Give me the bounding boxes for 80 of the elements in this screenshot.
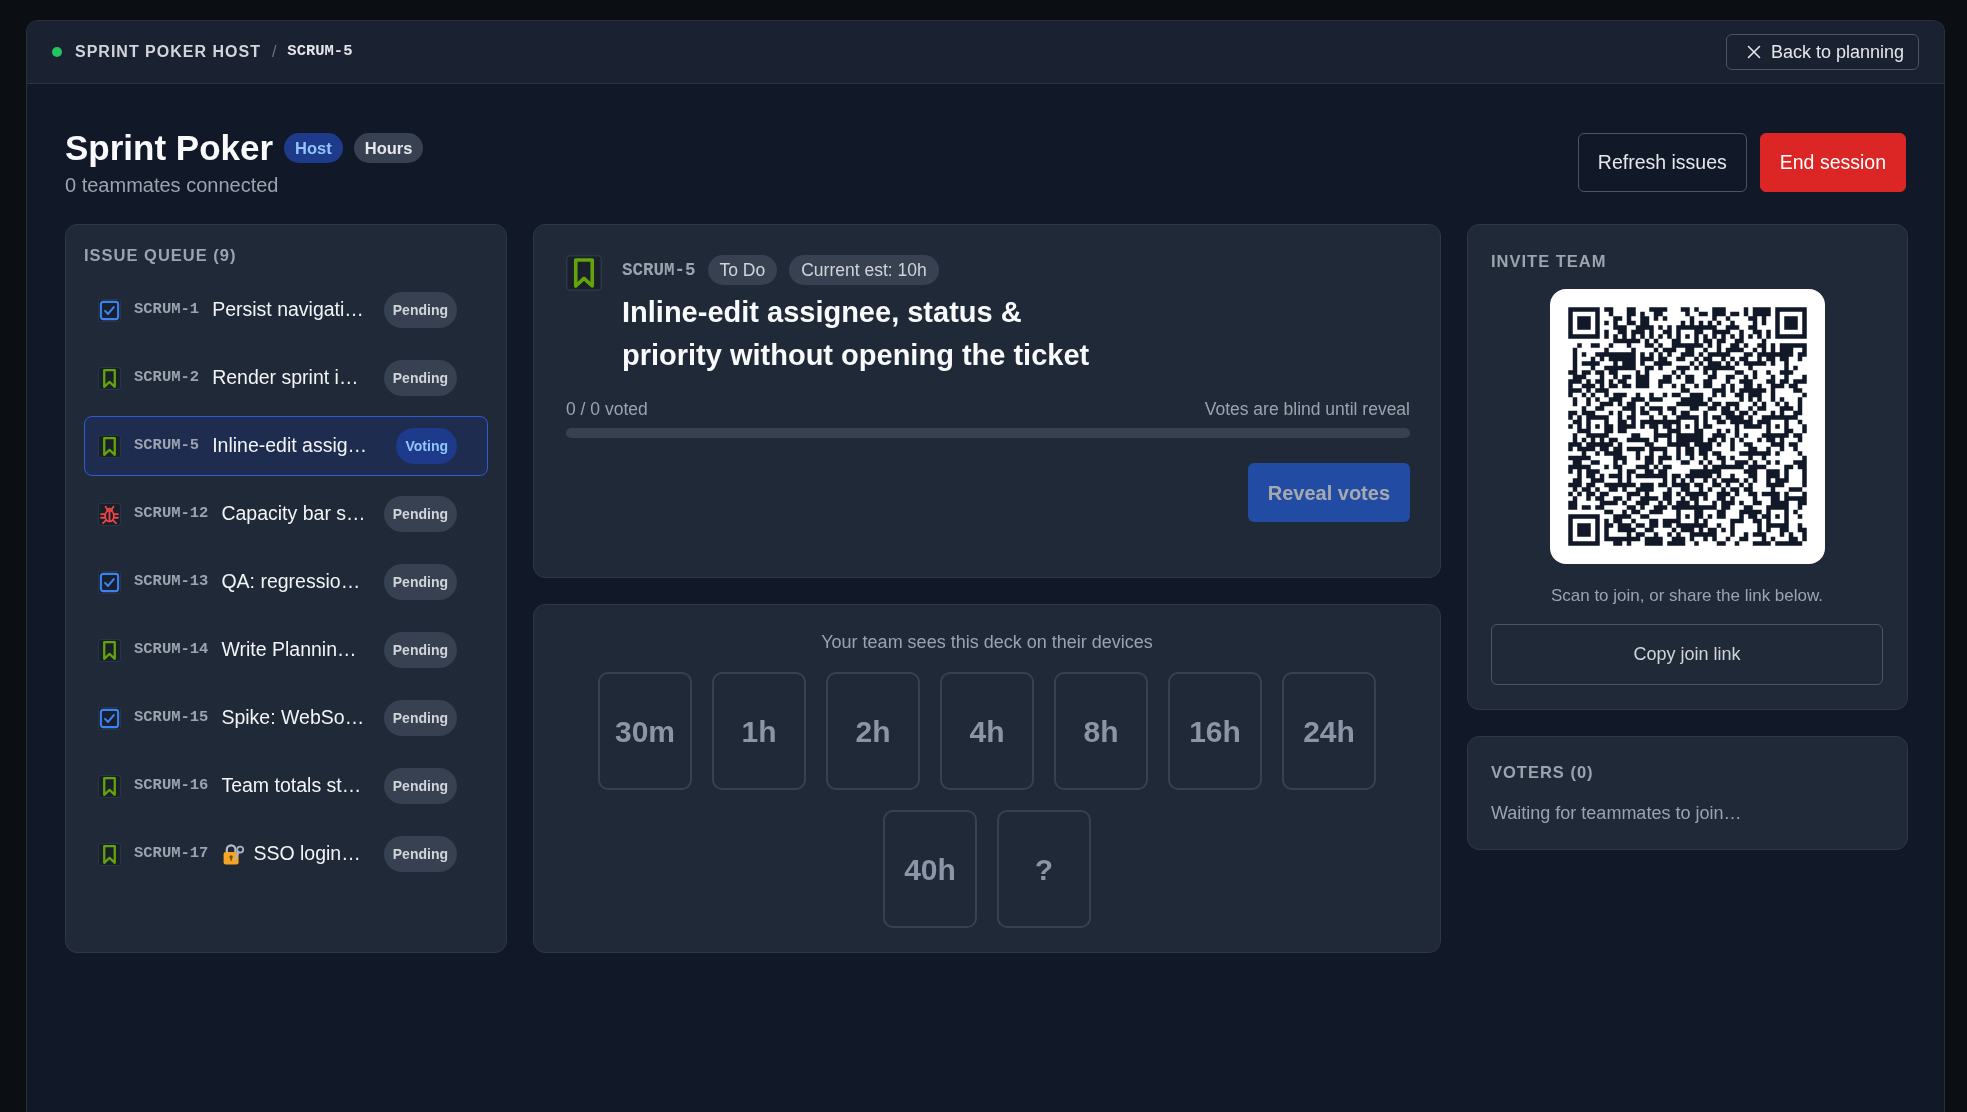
issue-key: SCRUM-1 bbox=[134, 298, 200, 322]
app-title: SPRINT POKER HOST bbox=[75, 42, 261, 62]
issue-list-item[interactable]: SCRUM-16 Team totals st… Pending bbox=[84, 756, 488, 816]
issue-title: Write Plannin… bbox=[221, 637, 357, 663]
bookmark-icon bbox=[98, 366, 121, 390]
issue-tag: To Do bbox=[707, 255, 778, 285]
title-badge: Hours bbox=[353, 133, 424, 163]
estimate-card: 30m bbox=[598, 672, 692, 790]
issue-list-item[interactable]: SCRUM-13 QA: regressio… Pending bbox=[84, 552, 488, 612]
issue-title: Team totals st… bbox=[221, 773, 362, 799]
issue-list-item[interactable]: SCRUM-1 Persist navigati… Pending bbox=[84, 280, 488, 340]
empty-message: Waiting for teammates to join… bbox=[1491, 802, 1743, 825]
issue-key: SCRUM-12 bbox=[134, 502, 209, 526]
issue-key: SCRUM-5 bbox=[622, 256, 696, 284]
status-badge: Pending bbox=[383, 292, 457, 328]
copy-link-button[interactable]: Copy join link bbox=[1491, 624, 1883, 685]
issue-title: Spike: WebSo… bbox=[221, 705, 365, 731]
vote-count: 0 / 0 voted bbox=[566, 398, 648, 421]
bug-icon bbox=[98, 502, 121, 526]
estimate-card: 16h bbox=[1168, 672, 1262, 790]
breadcrumb-issue-key: SCRUM-5 bbox=[287, 40, 353, 64]
issue-key: SCRUM-13 bbox=[134, 570, 209, 594]
estimate-card: 2h bbox=[826, 672, 920, 790]
issue-key: SCRUM-2 bbox=[134, 366, 200, 390]
close-icon bbox=[1746, 45, 1761, 59]
section-heading: ISSUE QUEUE (9) bbox=[84, 245, 238, 265]
issue-key: SCRUM-5 bbox=[134, 434, 200, 458]
issue-title: Persist navigati… bbox=[212, 297, 364, 323]
issue-key: SCRUM-14 bbox=[134, 638, 209, 662]
issue-list-item[interactable]: SCRUM-12 Capacity bar s… Pending bbox=[84, 484, 488, 544]
status-badge: Pending bbox=[383, 632, 457, 668]
section-heading: VOTERS (0) bbox=[1491, 762, 1595, 782]
breadcrumb-separator: / bbox=[271, 42, 277, 62]
issue-key: SCRUM-15 bbox=[134, 706, 209, 730]
action-button[interactable]: Refresh issues bbox=[1577, 133, 1747, 192]
issue-title: Capacity bar s… bbox=[221, 501, 366, 527]
estimate-card: 24h bbox=[1282, 672, 1376, 790]
page-title: Sprint Poker bbox=[65, 127, 274, 169]
bookmark-icon bbox=[98, 842, 121, 866]
issue-title: SSO login… bbox=[253, 841, 361, 867]
connection-count: 0 teammates connected bbox=[65, 173, 280, 198]
estimate-card: ? bbox=[997, 810, 1091, 928]
estimate-card: 40h bbox=[883, 810, 977, 928]
status-badge: Pending bbox=[383, 768, 457, 804]
status-badge: Pending bbox=[383, 564, 457, 600]
issue-list-item[interactable]: SCRUM-17 SSO login… Pending bbox=[84, 824, 488, 884]
estimate-card: 8h bbox=[1054, 672, 1148, 790]
issue-title: Render sprint i… bbox=[212, 365, 359, 391]
status-badge: Pending bbox=[383, 836, 457, 872]
vote-note: Votes are blind until reveal bbox=[1204, 398, 1410, 421]
status-badge: Pending bbox=[383, 360, 457, 396]
issue-title: Inline-edit assig… bbox=[212, 433, 368, 459]
issue-heading: Inline-edit assignee, status & priority without opening the ticket bbox=[622, 295, 1091, 373]
issue-list-item[interactable]: SCRUM-14 Write Plannin… Pending bbox=[84, 620, 488, 680]
back-button[interactable]: Back to planning bbox=[1725, 34, 1919, 70]
bookmark-icon bbox=[566, 255, 602, 291]
bookmark-icon bbox=[98, 638, 121, 662]
estimate-card: 1h bbox=[712, 672, 806, 790]
issue-key: SCRUM-17 bbox=[134, 842, 209, 866]
check-square-icon bbox=[98, 570, 121, 594]
invite-caption: Scan to join, or share the link below. bbox=[1549, 585, 1825, 607]
estimate-card: 4h bbox=[940, 672, 1034, 790]
issue-list-item[interactable]: SCRUM-2 Render sprint i… Pending bbox=[84, 348, 488, 408]
issue-list-item[interactable]: SCRUM-5 Inline-edit assig… Voting bbox=[84, 416, 488, 476]
check-square-icon bbox=[98, 706, 121, 730]
action-button[interactable]: End session bbox=[1759, 133, 1906, 192]
issue-key: SCRUM-16 bbox=[134, 774, 209, 798]
bookmark-icon bbox=[98, 434, 121, 458]
status-dot-icon bbox=[52, 47, 62, 57]
issue-title: QA: regressio… bbox=[221, 569, 361, 595]
check-square-icon bbox=[98, 298, 121, 322]
status-badge: Voting bbox=[396, 428, 457, 464]
status-badge: Pending bbox=[383, 700, 457, 736]
status-badge: Pending bbox=[383, 496, 457, 532]
issue-tag: Current est: 10h bbox=[789, 255, 939, 285]
bookmark-icon bbox=[98, 774, 121, 798]
section-heading: INVITE TEAM bbox=[1491, 251, 1608, 271]
deck-caption: Your team sees this deck on their devices bbox=[820, 631, 1154, 653]
issue-list-item[interactable]: SCRUM-15 Spike: WebSo… Pending bbox=[84, 688, 488, 748]
title-badge: Host bbox=[284, 133, 343, 163]
